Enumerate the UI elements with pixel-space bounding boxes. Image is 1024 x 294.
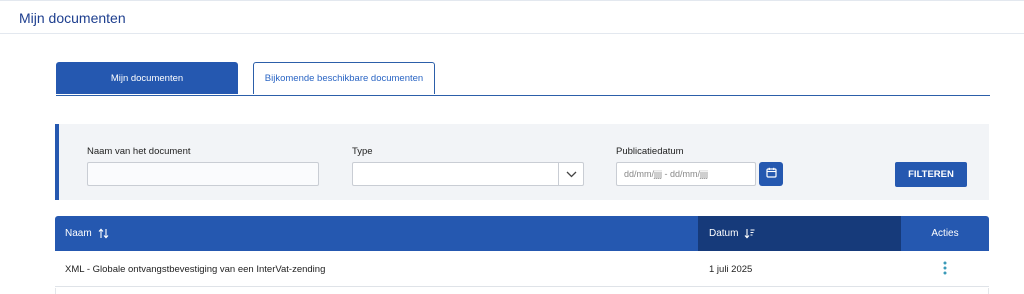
tab-mijn-documenten[interactable]: Mijn documenten [56,62,238,94]
row-actions-button[interactable] [901,251,989,287]
publication-date-label: Publicatiedatum [616,146,684,157]
page-title: Mijn documenten [19,10,126,26]
tab-bar: Mijn documenten Bijkomende beschikbare d… [56,62,990,96]
type-label: Type [352,146,373,157]
more-vertical-icon [943,261,947,278]
table-header: Naam Datum Acties [55,216,989,251]
column-label-datum: Datum [709,228,739,239]
page-header: Mijn documenten [0,0,1024,34]
chevron-down-icon [558,163,583,185]
document-name-input[interactable] [87,162,319,186]
document-name-cell[interactable]: XML - Globale ontvangstbevestiging van e… [65,251,325,287]
document-name-label: Naam van het document [87,146,191,157]
documents-table: Naam Datum Acties XML - Globale ontvangs… [55,216,989,294]
sort-arrows-icon[interactable] [98,228,109,239]
table-row[interactable]: XML - Globale ontvangstbevestiging van e… [55,251,989,287]
column-header-naam[interactable]: Naam [65,216,109,251]
column-header-datum[interactable]: Datum [709,216,755,251]
type-select[interactable] [352,162,584,186]
filter-button[interactable]: FILTEREN [895,162,967,187]
document-date-cell: 1 juli 2025 [709,263,753,275]
tab-bijkomende-documenten[interactable]: Bijkomende beschikbare documenten [253,62,435,94]
column-label-naam: Naam [65,228,92,239]
publication-date-input[interactable]: dd/mm/jjjj - dd/mm/jjjj [616,162,756,186]
table-row [55,288,989,294]
sort-descending-icon[interactable] [744,228,755,239]
calendar-icon [765,165,777,183]
filter-panel: Naam van het document Type Publicatiedat… [55,124,989,200]
calendar-button[interactable] [759,162,783,186]
column-header-acties: Acties [931,228,959,239]
